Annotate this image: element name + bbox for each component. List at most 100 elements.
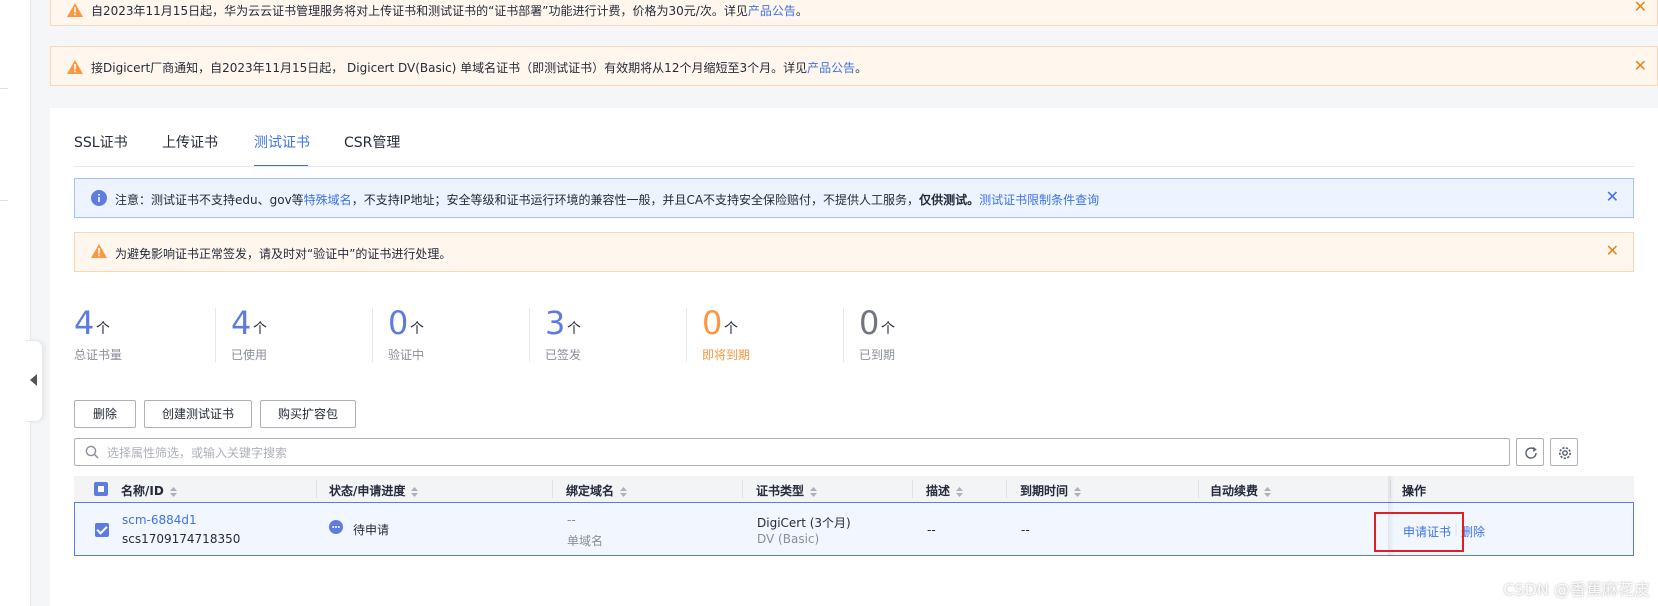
stat-label: 验证中 <box>388 348 425 362</box>
close-icon[interactable]: ✕ <box>1634 0 1647 16</box>
close-icon[interactable]: ✕ <box>1606 241 1619 260</box>
row-checkbox[interactable] <box>95 523 109 537</box>
special-domain-link[interactable]: 特殊域名 <box>304 193 352 207</box>
buy-expansion-button[interactable]: 购买扩容包 <box>260 400 356 428</box>
pending-status-icon <box>329 520 343 534</box>
product-announcement-link[interactable]: 产品公告 <box>807 61 855 75</box>
warning-icon <box>67 3 83 17</box>
search-icon <box>85 445 99 459</box>
stat-label: 已使用 <box>231 348 268 362</box>
banner-text: 接Digicert厂商通知，自2023年11月15日起， Digicert DV… <box>91 61 868 75</box>
sort-icon <box>620 486 628 497</box>
warning-icon <box>67 60 83 74</box>
digicert-notice-banner: 接Digicert厂商通知，自2023年11月15日起， Digicert DV… <box>50 46 1658 86</box>
nav-divider <box>0 88 8 89</box>
search-bar <box>74 438 1510 466</box>
cert-subtype: DV (Basic) <box>757 532 820 546</box>
stat-label: 已到期 <box>859 348 896 362</box>
stat-label: 已签发 <box>545 348 582 362</box>
refresh-icon <box>1525 446 1537 459</box>
domain-type: 单域名 <box>567 534 604 548</box>
table-header: 名称/ID 状态/申请进度 绑定域名 证书类型 描述 到期时间 自动续费 操作 <box>74 476 1634 502</box>
stat-value: 3 <box>545 304 566 342</box>
cert-description: -- <box>927 523 936 537</box>
expiry-time: -- <box>1021 523 1030 537</box>
create-test-cert-button[interactable]: 创建测试证书 <box>144 400 252 428</box>
column-divider <box>912 480 913 498</box>
stat-unit: 个 <box>410 321 424 337</box>
column-divider <box>1006 480 1007 498</box>
refresh-button[interactable] <box>1516 438 1544 466</box>
column-description[interactable]: 描述 <box>926 482 964 499</box>
stat-label: 即将到期 <box>702 348 751 362</box>
gear-icon <box>1559 447 1571 459</box>
stat-value: 0 <box>388 304 409 342</box>
column-cert-type[interactable]: 证书类型 <box>756 482 818 499</box>
column-actions: 操作 <box>1402 484 1427 498</box>
column-divider <box>742 480 743 498</box>
test-cert-notice: 注意：测试证书不支持edu、gov等特殊域名，不支持IP地址；安全等级和证书运行… <box>74 178 1634 218</box>
status-text: 待申请 <box>353 523 390 537</box>
sort-icon <box>956 486 964 497</box>
column-auto-renew[interactable]: 自动续费 <box>1210 482 1272 499</box>
stat-divider <box>372 308 373 362</box>
column-status[interactable]: 状态/申请进度 <box>329 482 419 499</box>
stat-total[interactable]: 4 个 总证书量 <box>74 304 234 366</box>
stat-expired[interactable]: 0 个 已到期 <box>843 304 1019 366</box>
close-icon[interactable]: ✕ <box>1606 187 1619 206</box>
billing-notice-banner: 自2023年11月15日起，华为云云证书管理服务将对上传证书和测试证书的“证书部… <box>50 0 1658 26</box>
sort-icon <box>1074 486 1082 497</box>
cert-name-link[interactable]: scm-6884d1 <box>122 513 197 527</box>
cert-type: DigiCert (3个月) <box>757 516 851 530</box>
column-divider <box>552 480 553 498</box>
verification-warning: 为避免影响证书正常签发，请及时对“验证中”的证书进行处理。 ✕ <box>74 232 1634 272</box>
stat-used[interactable]: 4 个 已使用 <box>215 304 391 366</box>
stat-value: 4 <box>231 304 252 342</box>
chevron-left-icon <box>30 374 37 386</box>
stat-verifying[interactable]: 0 个 验证中 <box>372 304 548 366</box>
select-all-checkbox[interactable] <box>94 482 108 496</box>
highlight-annotation <box>1374 512 1464 552</box>
settings-button[interactable] <box>1550 438 1578 466</box>
product-announcement-link[interactable]: 产品公告 <box>748 4 796 18</box>
sort-icon <box>810 486 818 497</box>
tab-csr-management[interactable]: CSR管理 <box>344 132 400 152</box>
info-icon <box>91 190 107 206</box>
tab-ssl-cert[interactable]: SSL证书 <box>74 132 128 152</box>
warning-text: 为避免影响证书正常签发，请及时对“验证中”的证书进行处理。 <box>115 247 452 261</box>
column-domain[interactable]: 绑定域名 <box>566 482 628 499</box>
collapse-sidebar-button[interactable] <box>26 340 43 422</box>
nav-divider <box>0 200 8 201</box>
stat-divider <box>529 308 530 362</box>
tab-upload-cert[interactable]: 上传证书 <box>162 132 218 152</box>
column-name-id[interactable]: 名称/ID <box>121 482 177 499</box>
stat-divider <box>843 308 844 362</box>
column-divider <box>1198 480 1199 498</box>
stat-value: 0 <box>702 304 723 342</box>
stat-issued[interactable]: 3 个 已签发 <box>529 304 705 366</box>
cert-id: scs1709174718350 <box>122 532 241 546</box>
delete-button[interactable]: 删除 <box>74 400 136 428</box>
stat-value: 0 <box>859 304 880 342</box>
stat-unit: 个 <box>96 321 110 337</box>
column-divider <box>316 480 317 498</box>
close-icon[interactable]: ✕ <box>1634 56 1647 75</box>
test-cert-limits-link[interactable]: 测试证书限制条件查询 <box>979 193 1099 207</box>
notice-text: 注意：测试证书不支持edu、gov等特殊域名，不支持IP地址；安全等级和证书运行… <box>115 193 1100 207</box>
sort-icon <box>411 486 419 497</box>
bound-domain: -- <box>567 513 576 527</box>
search-input[interactable] <box>105 442 1489 464</box>
watermark: CSDN @香蕉麻花皮 <box>1503 580 1650 599</box>
stat-unit: 个 <box>881 321 895 337</box>
warning-icon <box>91 244 107 258</box>
stat-expiring-soon[interactable]: 0 个 即将到期 <box>686 304 862 366</box>
stat-divider <box>686 308 687 362</box>
sort-icon <box>1264 486 1272 497</box>
sort-icon <box>169 486 177 497</box>
column-expiry[interactable]: 到期时间 <box>1020 482 1082 499</box>
stat-unit: 个 <box>567 321 581 337</box>
tab-test-cert[interactable]: 测试证书 <box>254 132 310 152</box>
tab-divider <box>74 166 1634 167</box>
stat-value: 4 <box>74 304 95 342</box>
delete-link[interactable]: 删除 <box>1461 523 1485 540</box>
